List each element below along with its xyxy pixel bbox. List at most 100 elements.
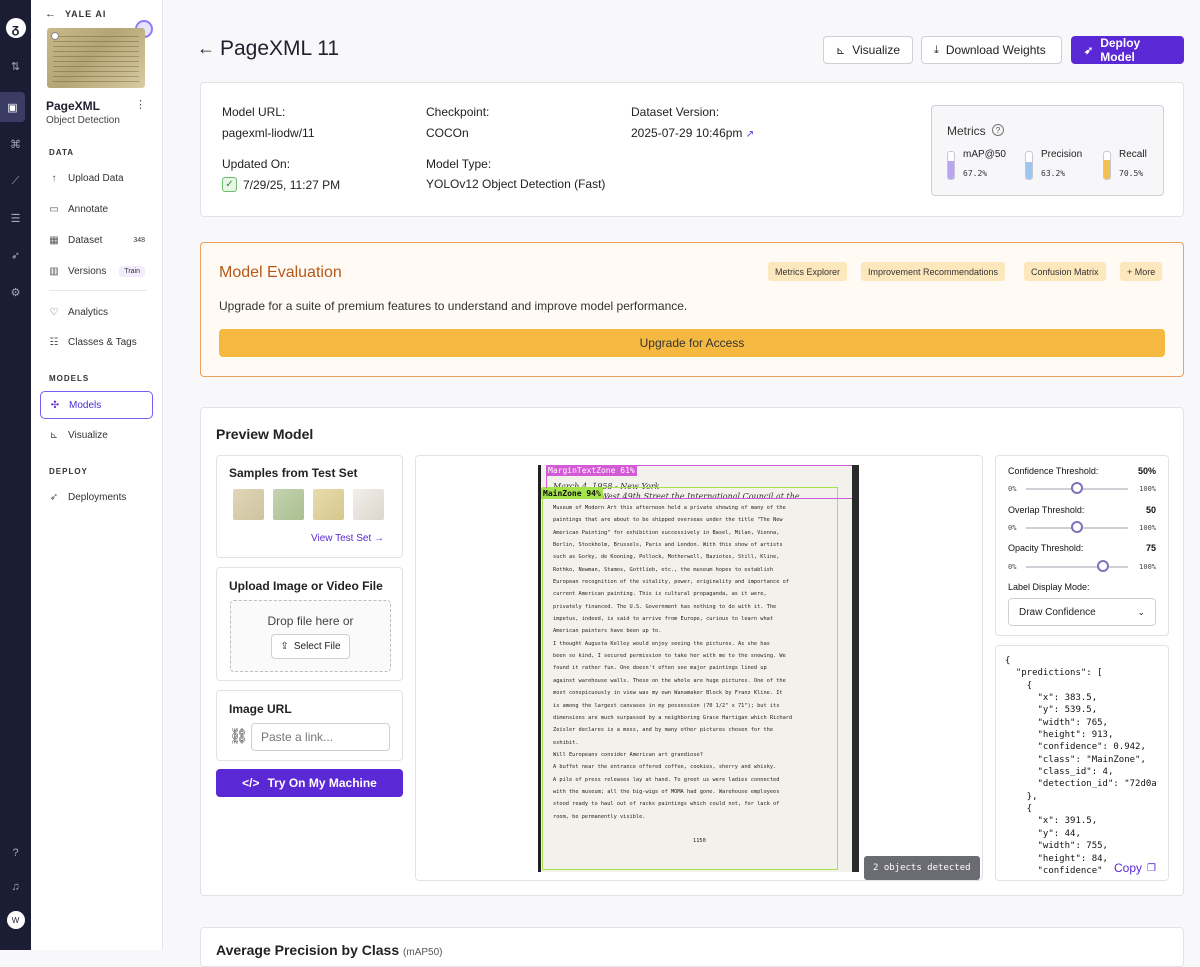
confidence-label: Confidence Threshold: [1008,466,1099,476]
analytics-icon[interactable]: ⟋ [0,171,31,191]
metrics-title: Metrics [947,124,986,138]
slider-max: 100% [1139,524,1156,532]
dataset-version-value: 2025-07-29 10:46pm [631,126,743,140]
evaluation-title: Model Evaluation [219,264,342,281]
button-label: Try On My Machine [267,776,377,790]
nav-visualize[interactable]: ⊾ Visualize [40,421,153,449]
nav-label: Versions [68,265,107,277]
label-mode-value: Draw Confidence [1019,606,1096,618]
nav-dataset[interactable]: ▦ Dataset 348 [40,226,153,254]
check-icon: ✓ [222,177,237,192]
nav-analytics[interactable]: ♡ Analytics [40,298,153,326]
nav-label: Visualize [68,429,108,441]
user-avatar[interactable]: W [0,910,31,930]
document-image: March 4, 1958 - New York Warehouse West 4… [538,465,859,872]
evaluation-text: Upgrade for a suite of premium features … [219,299,688,313]
image-url-input[interactable] [251,723,390,751]
opacity-slider-handle[interactable] [1096,560,1109,572]
chip-confusion-matrix[interactable]: Confusion Matrix [1024,262,1106,281]
rocket-icon[interactable]: ➶ [0,245,31,265]
opacity-slider-track[interactable] [1026,566,1128,568]
label-mode-select[interactable]: Draw Confidence ⌄ [1008,598,1156,626]
more-options-icon[interactable]: ⋮ [135,98,146,111]
nav-classes-tags[interactable]: ☷ Classes & Tags [40,328,153,356]
nav-versions[interactable]: ▥ Versions Train [40,257,153,285]
chip-more[interactable]: + More [1120,262,1163,281]
confidence-slider-handle[interactable] [1071,482,1083,494]
mainzone-box [542,487,838,870]
upload-title: Upload Image or Video File [229,579,383,593]
app-logo-icon[interactable]: ᵹ [0,18,31,38]
workspace-switcher[interactable]: ← YALE AI [45,8,106,20]
slider-min: 0% [1008,524,1017,532]
nav-annotate[interactable]: ▭ Annotate [40,195,153,223]
precision-bar [1025,151,1033,180]
file-dropzone[interactable]: Drop file here or ⇪ Select File [230,600,391,672]
deploy-model-button[interactable]: ➶ Deploy Model [1071,36,1184,64]
chart-icon: ⊾ [836,44,846,57]
button-label: Copy [1114,861,1143,875]
map50-bar [947,151,955,180]
recall-bar [1103,151,1111,180]
checkpoint-value: COCOn [426,126,469,140]
back-arrow-icon[interactable]: ← [197,38,215,59]
heading-note: (mAP50) [403,947,443,958]
try-on-my-machine-button[interactable]: </> Try On My Machine [216,769,403,797]
bell-icon[interactable]: ♫ [0,877,31,897]
upload-icon: ⇪ [280,641,289,652]
icon-rail: ᵹ ⇅ ▣ ⌘ ⟋ ☰ ➶ ⚙ ? ♫ W [0,0,31,950]
nav-models[interactable]: ✣ Models [40,391,153,419]
sample-thumbnail[interactable] [313,489,344,520]
visualize-button[interactable]: ⊾ Visualize [823,36,913,64]
help-icon[interactable]: ? [992,124,1004,136]
model-url-label: Model URL: [222,105,286,119]
objects-detected-badge: 2 objects detected [864,856,980,880]
nav-label: Models [69,399,102,411]
image-url-title: Image URL [229,702,292,716]
samples-title: Samples from Test Set [229,466,358,480]
chevron-down-icon: ⌄ [1137,606,1145,617]
settings-dot-icon [51,32,59,40]
updated-label: Updated On: [222,157,291,171]
upload-icon: ↑ [51,172,57,184]
projects-icon[interactable]: ▣ [0,92,25,122]
link-icon: ⛓ [229,728,249,745]
chip-metrics-explorer[interactable]: Metrics Explorer [768,262,848,281]
nav-upload-data[interactable]: ↑ Upload Data [40,164,153,192]
dataset-version-link[interactable]: 2025-07-29 10:46pm ↗ [631,126,754,140]
upgrade-button[interactable]: Upgrade for Access [219,329,1165,357]
mainzone-label: MainZone 94% [541,488,603,499]
help-icon[interactable]: ? [0,843,31,863]
copy-button[interactable]: Copy ❐ [1108,855,1168,880]
rocket-icon: ➶ [1084,44,1094,57]
sample-thumbnail[interactable] [273,489,304,520]
sample-thumbnail[interactable] [233,489,264,520]
select-file-button[interactable]: ⇪ Select File [271,634,350,659]
dataset-icon: ▦ [49,234,59,246]
nav-deployments[interactable]: ➶ Deployments [40,483,153,511]
checkpoint-label: Checkpoint: [426,105,490,119]
download-weights-button[interactable]: ⤓ Download Weights [921,36,1062,64]
confidence-value: 50% [1137,466,1156,476]
metrics-panel: Metrics ? mAP@50 67.2% Precision 63.2% R… [931,105,1164,196]
view-test-set-link[interactable]: View Test Set → [311,533,384,544]
chip-improvement-recommendations[interactable]: Improvement Recommendations [861,262,1006,281]
deploy-icon: ➶ [49,491,59,503]
sort-icon[interactable]: ⇅ [0,56,31,76]
label-mode-label: Label Display Mode: [1008,582,1090,592]
json-output-panel: { "predictions": [ { "x": 383.5, "y": 53… [995,645,1169,881]
sample-thumbnail[interactable] [353,489,384,520]
overlap-slider-handle[interactable] [1071,521,1083,533]
gear-icon[interactable]: ⚙ [0,282,31,302]
dataset-version-label: Dataset Version: [631,105,720,119]
slider-max: 100% [1139,563,1156,571]
image-url-panel: Image URL ⛓ [216,690,403,761]
workflow-icon[interactable]: ⌘ [0,134,31,154]
analytics-icon: ♡ [49,306,59,318]
model-url[interactable]: pagexml-liodw/11 [222,126,315,140]
opacity-label: Opacity Threshold: [1008,543,1084,553]
project-type: Object Detection [46,115,120,126]
slider-min: 0% [1008,485,1017,493]
stack-icon[interactable]: ☰ [0,208,31,228]
copy-icon: ❐ [1147,862,1156,874]
